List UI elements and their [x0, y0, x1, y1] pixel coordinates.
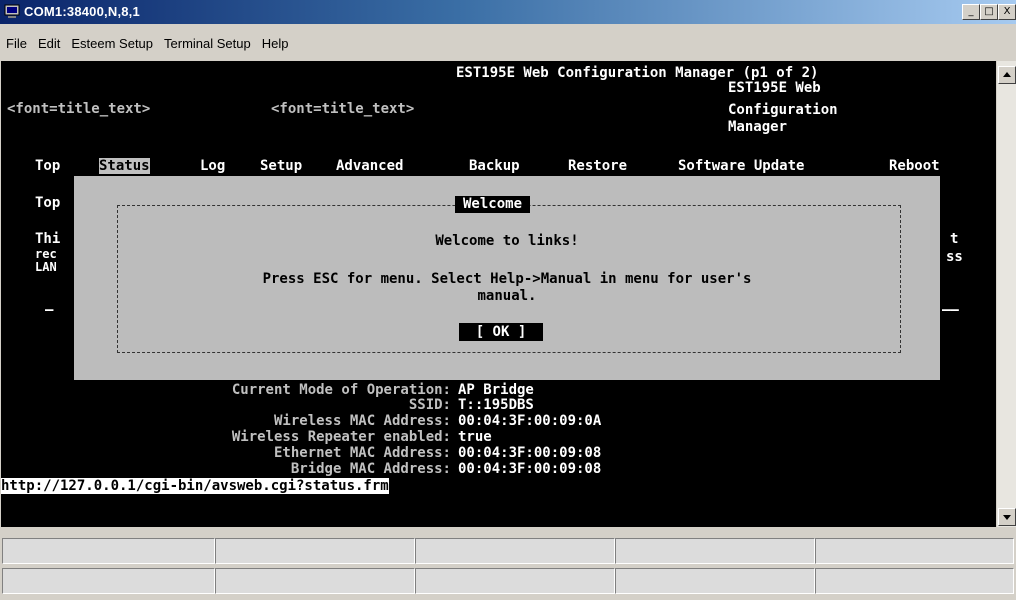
hidden-text-line: LAN: [35, 260, 57, 274]
menu-esteem-setup[interactable]: Esteem Setup: [65, 34, 158, 51]
status-cell: [615, 568, 815, 594]
field-value-bridge-mac: 00:04:3F:00:09:08: [458, 461, 602, 477]
nav-setup[interactable]: Setup: [260, 158, 302, 174]
title-tag-2: <font=title_text>: [271, 101, 415, 117]
status-url[interactable]: http://127.0.0.1/cgi-bin/avsweb.cgi?stat…: [1, 478, 389, 494]
status-cell: [615, 538, 815, 564]
terminal-header: EST195E Web Configuration Manager (p1 of…: [456, 65, 819, 81]
nav-top[interactable]: Top: [35, 158, 60, 174]
status-cell: [2, 568, 215, 594]
field-value-repeater: true: [458, 429, 492, 445]
status-cell: [815, 538, 1014, 564]
hidden-text-right: t: [950, 231, 959, 247]
dialog-title: Welcome: [455, 196, 531, 213]
field-label-repeater: Wireless Repeater enabled:: [231, 429, 451, 445]
nav-backup[interactable]: Backup: [469, 158, 520, 174]
hidden-text-line: Thi: [35, 231, 61, 247]
status-bar: [0, 536, 1016, 600]
menu-terminal-setup[interactable]: Terminal Setup: [158, 34, 256, 51]
field-label-ssid: SSID:: [408, 397, 451, 413]
arrow-up-icon: [1003, 72, 1011, 77]
status-cell: [2, 538, 215, 564]
welcome-dialog: Welcome Welcome to links! Press ESC for …: [74, 176, 940, 380]
minimize-button[interactable]: _: [962, 4, 980, 20]
scroll-up-button[interactable]: [998, 66, 1016, 84]
field-value-wireless-mac: 00:04:3F:00:09:0A: [458, 413, 602, 429]
vertical-scrollbar[interactable]: [997, 61, 1016, 527]
side-title-line-1: EST195E Web: [728, 80, 821, 96]
arrow-down-icon: [1003, 515, 1011, 520]
side-title-line-2: Configuration: [728, 102, 838, 118]
dialog-instructions-text: Press ESC for menu. Select Help->Manual …: [262, 271, 752, 287]
field-value-ethernet-mac: 00:04:3F:00:09:08: [458, 445, 602, 461]
field-label-bridge-mac: Bridge MAC Address:: [290, 461, 451, 477]
field-label-ethernet-mac: Ethernet MAC Address:: [273, 445, 451, 461]
menu-bar: File Edit Esteem Setup Terminal Setup Help: [0, 34, 1016, 56]
status-cell: [415, 568, 615, 594]
scroll-down-button[interactable]: [998, 508, 1016, 526]
nav-reboot[interactable]: Reboot: [889, 158, 940, 174]
dialog-instructions-text-2: manual.: [477, 288, 537, 304]
hidden-text-top: Top: [35, 195, 61, 211]
menu-edit[interactable]: Edit: [32, 34, 65, 51]
hidden-dash: –: [45, 302, 54, 318]
ok-button[interactable]: [ OK ]: [459, 323, 543, 341]
title-tag-1: <font=title_text>: [7, 101, 151, 117]
field-value-mode: AP Bridge: [458, 382, 534, 398]
nav-software-update[interactable]: Software Update: [678, 158, 804, 174]
nav-log[interactable]: Log: [200, 158, 225, 174]
dialog-welcome-text: Welcome to links!: [435, 233, 579, 249]
window-title: COM1:38400,N,8,1: [24, 4, 140, 19]
nav-status[interactable]: Status: [99, 158, 150, 174]
field-value-ssid: T::195DBS: [458, 397, 534, 413]
title-bar[interactable]: COM1:38400,N,8,1 _ □ X: [0, 0, 1016, 24]
field-label-mode: Current Mode of Operation:: [231, 382, 451, 398]
status-cell: [815, 568, 1014, 594]
hidden-dash-right: ——: [942, 302, 959, 318]
field-label-wireless-mac: Wireless MAC Address:: [273, 413, 451, 429]
side-title-line-3: Manager: [728, 119, 788, 135]
menu-help[interactable]: Help: [256, 34, 294, 51]
nav-advanced[interactable]: Advanced: [336, 158, 403, 174]
nav-restore[interactable]: Restore: [568, 158, 627, 174]
status-cell: [415, 538, 615, 564]
terminal-app-icon: [4, 4, 20, 18]
hidden-text-right: ss: [946, 249, 963, 265]
status-cell: [215, 538, 415, 564]
menu-file[interactable]: File: [0, 34, 32, 51]
close-button[interactable]: X: [998, 4, 1016, 20]
status-cell: [215, 568, 415, 594]
maximize-button[interactable]: □: [980, 4, 998, 20]
